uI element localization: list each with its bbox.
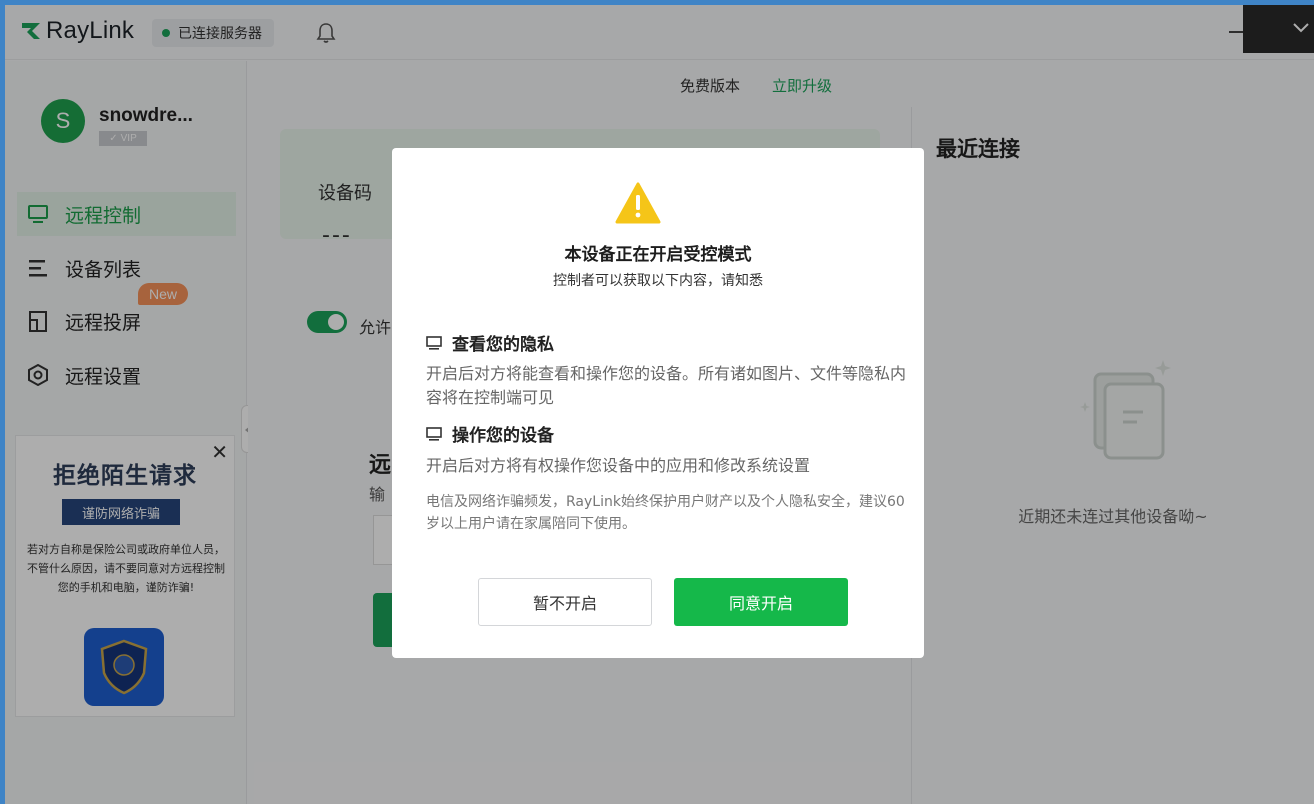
dialog-title: 本设备正在开启受控模式 [564, 245, 752, 265]
device-section-desc: 开启后对方将有权操作您设备中的应用和修改系统设置 [426, 456, 811, 475]
device-section-title: 操作您的设备 [426, 421, 554, 446]
dialog-subtitle: 控制者可以获取以下内容，请知悉 [553, 273, 763, 289]
app-window: RayLink 已连接服务器 S snowdre... ✓ VIP 远程控制 设… [5, 5, 1314, 804]
warning-icon [615, 182, 661, 224]
decline-button[interactable]: 暂不开启 [478, 578, 652, 626]
privacy-section-desc: 开启后对方将能查看和操作您的设备。所有诸如图片、文件等隐私内容将在控制端可见 [426, 364, 907, 407]
section-title-text: 操作您的设备 [452, 426, 554, 446]
section-title-text: 查看您的隐私 [452, 335, 554, 355]
monitor-icon [426, 335, 442, 350]
monitor-icon [426, 426, 442, 441]
controlled-mode-dialog: 本设备正在开启受控模式 控制者可以获取以下内容，请知悉 查看您的隐私 开启后对方… [392, 148, 924, 658]
privacy-section-title: 查看您的隐私 [426, 330, 554, 355]
fraud-warning-note: 电信及网络诈骗频发，RayLink始终保护用户财产以及个人隐私安全，建议60岁以… [426, 494, 905, 532]
agree-button[interactable]: 同意开启 [674, 578, 848, 626]
